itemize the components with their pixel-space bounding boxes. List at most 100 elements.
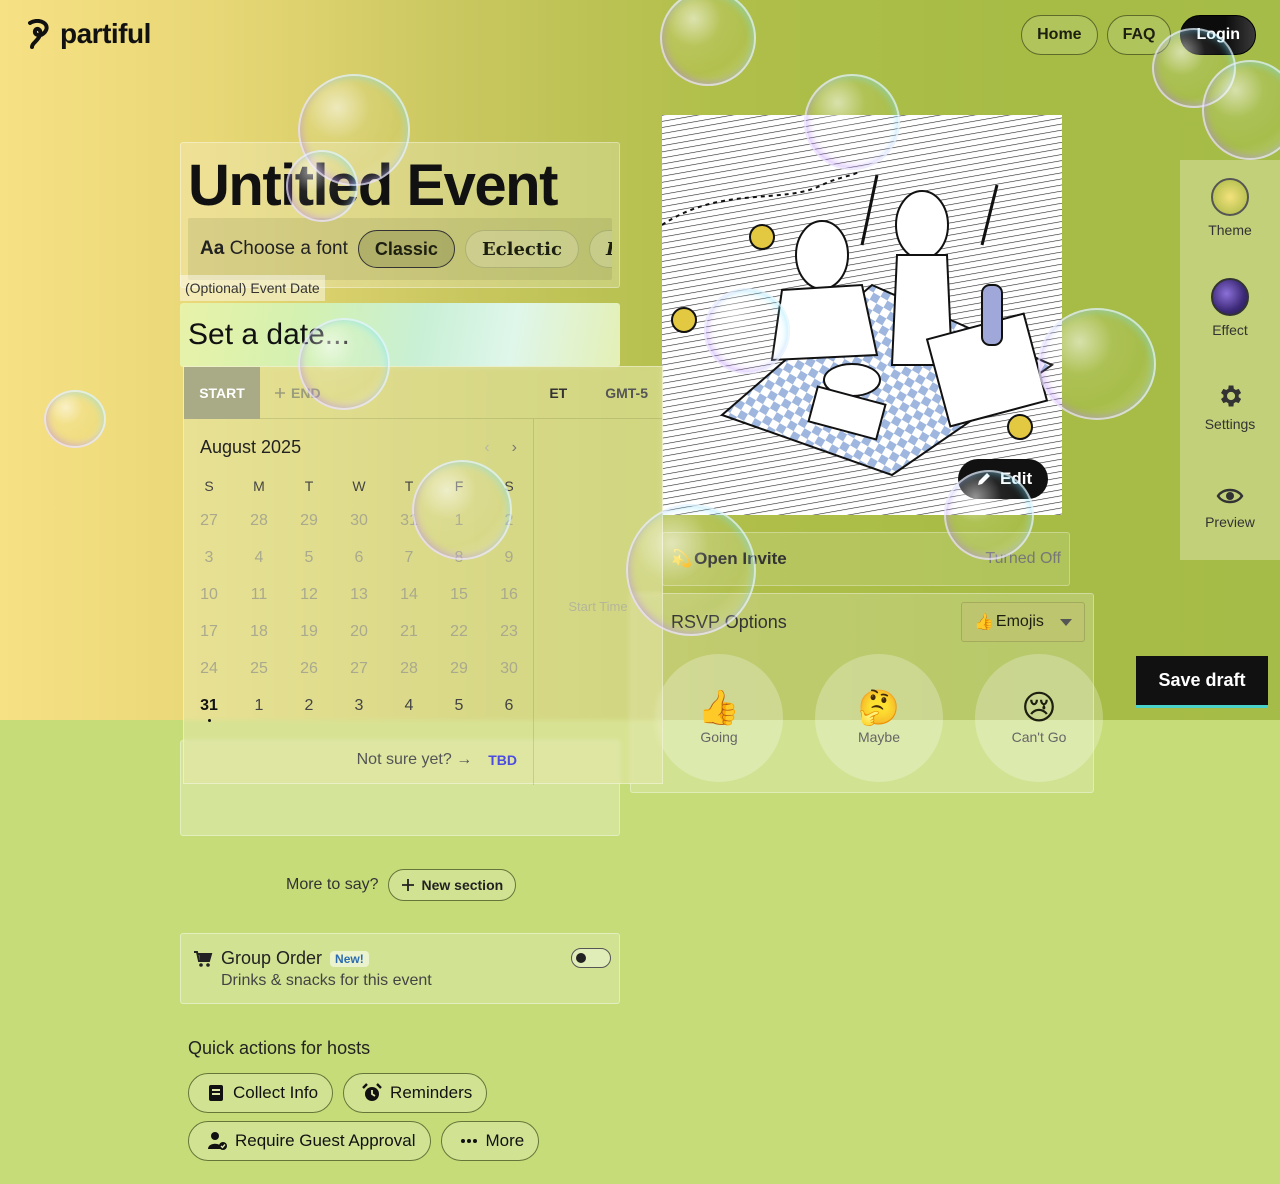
more-actions-label: More — [485, 1131, 525, 1150]
nav-faq-button[interactable]: FAQ — [1106, 15, 1172, 55]
new-section-button[interactable]: New section — [388, 869, 517, 901]
calendar-day: 9 — [504, 548, 514, 566]
sidebar-item-settings[interactable]: Settings — [1180, 382, 1280, 432]
time-column: Start Time — [534, 419, 662, 785]
font-option-classic[interactable]: Classic — [357, 230, 455, 268]
user-check-icon — [208, 1132, 227, 1150]
require-guest-approval-button[interactable]: Require Guest Approval — [188, 1121, 431, 1161]
quick-actions-row-1: Collect Info Reminders — [188, 1073, 488, 1113]
rsvp-option-cant-go[interactable]: 😢 Can't Go — [975, 654, 1103, 782]
calendar-day: 21 — [400, 622, 418, 640]
font-option-eclectic[interactable]: Eclectic — [464, 230, 579, 268]
sidebar-item-label: Effect — [1212, 322, 1248, 338]
calendar-day: 1 — [454, 511, 464, 529]
rsvp-option-label: Can't Go — [1011, 729, 1067, 745]
date-picker-tabs: START END ET GMT-5 — [184, 366, 662, 419]
sidebar-item-preview[interactable]: Preview — [1180, 484, 1280, 530]
event-date-input[interactable]: Set a date... — [180, 303, 620, 367]
thumbs-up-icon: 👍 — [974, 614, 994, 631]
calendar-day: 26 — [300, 659, 318, 677]
calendar-day[interactable]: 6 — [484, 687, 534, 724]
font-picker-label: Aa Choose a font — [200, 238, 348, 259]
cart-icon — [194, 951, 213, 967]
logo[interactable]: partiful — [26, 18, 151, 50]
calendar-day: 30 — [350, 511, 368, 529]
sidebar-item-effect[interactable]: Effect — [1180, 278, 1280, 338]
start-time-label: Start Time — [568, 599, 628, 614]
nav-login-button[interactable]: Login — [1180, 15, 1256, 55]
pencil-icon — [978, 473, 990, 485]
edit-poster-button[interactable]: Edit — [958, 459, 1049, 499]
timezone-offset: GMT-5 — [605, 384, 648, 401]
thinking-face-icon: 🤔 — [857, 689, 901, 727]
quick-actions-row-2: Require Guest Approval More — [188, 1121, 540, 1161]
open-invite-row[interactable]: 💫 Open Invite Turned Off — [662, 532, 1070, 586]
rsvp-style-select[interactable]: 👍 Emojis — [961, 602, 1085, 642]
calendar-day: 17 — [200, 622, 218, 640]
calendar-day-today[interactable]: 31 — [184, 687, 234, 724]
sidebar-item-label: Theme — [1208, 222, 1252, 238]
rsvp-option-going[interactable]: 👍 Going — [655, 654, 783, 782]
calendar-day: 4 — [254, 548, 264, 566]
weekday: W — [352, 478, 366, 494]
not-sure-link[interactable]: Not sure yet? → — [357, 751, 473, 769]
weekday: T — [404, 478, 414, 494]
tab-end-label: END — [291, 384, 321, 401]
calendar-day: 20 — [350, 622, 368, 640]
calendar-footer: Not sure yet? → TBD — [184, 751, 517, 769]
rsvp-option-list: 👍 Going 🤔 Maybe 😢 Can't Go — [655, 654, 1103, 782]
calendar-day: 27 — [350, 659, 368, 677]
group-order-title-row: Group Order New! — [221, 948, 369, 969]
calendar-day: 13 — [350, 585, 368, 603]
chevron-right-icon[interactable]: › — [512, 439, 517, 457]
reminders-label: Reminders — [390, 1083, 473, 1102]
calendar-day[interactable]: 1 — [234, 687, 284, 724]
calendar-day: 31 — [400, 511, 418, 529]
new-badge: New! — [330, 950, 369, 967]
font-option-fancy[interactable]: Fancy — [588, 230, 612, 268]
calendar-day[interactable]: 3 — [334, 687, 384, 724]
tab-start[interactable]: START — [184, 366, 260, 419]
open-invite-status: Turned Off — [985, 550, 1061, 567]
rsvp-option-maybe[interactable]: 🤔 Maybe — [815, 654, 943, 782]
theme-swatch-icon — [1211, 178, 1249, 216]
sidebar-item-theme[interactable]: Theme — [1180, 178, 1280, 238]
group-order-toggle[interactable] — [571, 948, 611, 968]
weekday: F — [454, 478, 464, 494]
crying-face-icon: 😢 — [1021, 689, 1057, 727]
tab-end[interactable]: END — [274, 385, 321, 401]
font-picker: Aa Choose a font Classic Eclectic Fancy — [188, 218, 612, 280]
new-section-label: New section — [421, 877, 504, 893]
group-order-subtitle: Drinks & snacks for this event — [221, 972, 432, 989]
timezone-selector[interactable]: ET GMT-5 — [549, 385, 662, 401]
calendar-day: 11 — [250, 585, 268, 603]
calendar-day: 24 — [200, 659, 218, 677]
calendar-header: August 2025 ‹ › — [184, 419, 533, 458]
nav-home-button[interactable]: Home — [1021, 15, 1098, 55]
rsvp-option-label: Going — [700, 729, 738, 745]
calendar-day: 14 — [400, 585, 418, 603]
rsvp-style-value: Emojis — [995, 613, 1044, 630]
open-invite-title: 💫 Open Invite — [671, 549, 787, 569]
more-actions-button[interactable]: More — [440, 1121, 540, 1161]
calendar-day: 5 — [304, 548, 314, 566]
weekday: S — [504, 478, 514, 494]
calendar-month: August 2025 — [200, 437, 302, 457]
calendar-day[interactable]: 2 — [284, 687, 334, 724]
calendar-day: 7 — [404, 548, 414, 566]
calendar-day[interactable]: 4 — [384, 687, 434, 724]
weekday: S — [204, 478, 214, 494]
tbd-button[interactable]: TBD — [488, 752, 517, 768]
save-draft-button[interactable]: Save draft — [1136, 656, 1268, 708]
timezone-label: ET — [549, 384, 568, 401]
calendar: August 2025 ‹ › S M T W T F S 27 28 29 3… — [184, 419, 534, 785]
chevron-left-icon[interactable]: ‹ — [484, 439, 489, 457]
calendar-day[interactable]: 5 — [434, 687, 484, 724]
reminders-button[interactable]: Reminders — [343, 1073, 488, 1113]
calendar-day: 30 — [500, 659, 518, 677]
event-title-input[interactable]: Untitled Event — [188, 152, 558, 219]
calendar-days: 27 28 29 30 31 1 2 3 4 5 6 7 8 9 10 11 1… — [184, 502, 533, 724]
sidebar-item-label: Settings — [1204, 416, 1256, 432]
calendar-day: 12 — [300, 585, 318, 603]
collect-info-button[interactable]: Collect Info — [188, 1073, 334, 1113]
